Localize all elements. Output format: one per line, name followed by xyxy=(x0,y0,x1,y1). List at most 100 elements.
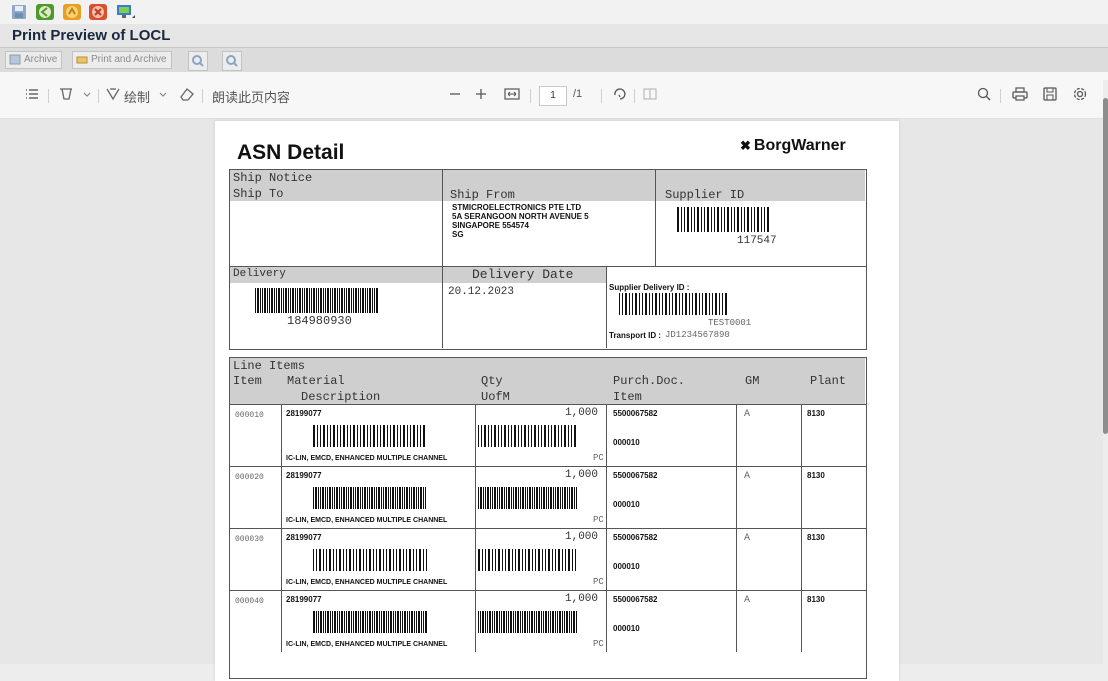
print-and-archive-label: Print and Archive xyxy=(91,54,167,65)
borgwarner-logo: ✖ BorgWarner xyxy=(740,137,846,155)
ship-from-address-line: SINGAPORE 554574 xyxy=(452,221,529,230)
rotate-icon[interactable] xyxy=(612,86,628,105)
header-purch-doc: Purch.Doc. xyxy=(613,374,686,388)
material-description: IC-LIN, EMCD, ENHANCED MULTIPLE CHANNEL xyxy=(286,455,448,462)
archive-icon xyxy=(9,54,21,65)
column-divider xyxy=(606,466,607,528)
item-number: 000030 xyxy=(235,535,264,544)
material-number: 28199077 xyxy=(286,533,322,542)
supplier-id-value: 117547 xyxy=(737,235,777,247)
pdf-toolbar: 绘制 朗读此页内容 1 /1 xyxy=(0,72,1108,119)
supplier-id-label: Supplier ID xyxy=(665,188,745,202)
material-barcode xyxy=(313,549,427,571)
column-divider xyxy=(475,528,476,590)
column-divider xyxy=(801,404,802,466)
unit-of-measure: PC xyxy=(593,515,604,525)
contents-icon[interactable] xyxy=(24,86,40,105)
supplier-delivery-id-value: TEST0001 xyxy=(708,318,752,328)
material-barcode xyxy=(313,425,425,447)
column-divider xyxy=(281,404,282,466)
delivery-label: Delivery xyxy=(233,268,286,280)
unit-of-measure: PC xyxy=(593,453,604,463)
line-items-label: Line Items xyxy=(233,359,306,373)
settings-icon[interactable] xyxy=(1072,86,1088,105)
header-plant: Plant xyxy=(810,374,847,388)
display-icon[interactable] xyxy=(115,4,135,20)
column-divider xyxy=(606,528,607,590)
draw-icon[interactable] xyxy=(105,86,121,105)
header-item: Item xyxy=(233,374,262,388)
quantity: 1,000 xyxy=(565,469,599,481)
delivery-barcode xyxy=(255,288,378,313)
purchase-document: 5500067582 xyxy=(613,533,658,542)
row-divider xyxy=(229,404,866,405)
column-divider xyxy=(736,590,737,652)
zoom-in-icon[interactable] xyxy=(474,86,488,105)
column-divider xyxy=(475,590,476,652)
purchase-item: 000010 xyxy=(613,624,640,633)
column-divider xyxy=(736,404,737,466)
supplier-id-barcode xyxy=(677,207,769,232)
plant: 8130 xyxy=(807,595,825,604)
fit-page-icon[interactable] xyxy=(503,86,521,105)
material-number: 28199077 xyxy=(286,595,322,604)
search-icon[interactable] xyxy=(188,51,208,71)
page-view-icon[interactable] xyxy=(642,86,658,105)
page-number-input[interactable]: 1 xyxy=(539,86,567,106)
search-icon[interactable] xyxy=(976,86,992,105)
column-divider xyxy=(475,466,476,528)
delivery-date-label: Delivery Date xyxy=(472,267,574,282)
material-description: IC-LIN, EMCD, ENHANCED MULTIPLE CHANNEL xyxy=(286,517,448,524)
scrollbar-thumb[interactable] xyxy=(1103,98,1108,434)
ship-from-address-line: 5A SERANGOON NORTH AVENUE 5 xyxy=(452,212,589,221)
search-next-icon[interactable] xyxy=(222,51,242,71)
purchase-document: 5500067582 xyxy=(613,595,658,604)
read-aloud-button[interactable]: 朗读此页内容 xyxy=(212,87,290,106)
purchase-item: 000010 xyxy=(613,438,640,447)
header-qty: Qty xyxy=(481,374,503,388)
column-divider xyxy=(606,404,607,466)
purchase-item: 000010 xyxy=(613,500,640,509)
header-gm: GM xyxy=(745,374,760,388)
print-and-archive-button[interactable]: Print and Archive xyxy=(72,51,172,69)
quantity-barcode xyxy=(478,611,577,633)
sap-toolbar xyxy=(0,0,1108,24)
material-number: 28199077 xyxy=(286,471,322,480)
archive-button[interactable]: Archive xyxy=(5,51,63,69)
plant: 8130 xyxy=(807,533,825,542)
save-icon[interactable] xyxy=(1042,86,1058,105)
ship-to-label: Ship To xyxy=(233,187,284,201)
ship-from-label: Ship From xyxy=(450,188,515,202)
quantity: 1,000 xyxy=(565,593,599,605)
save-icon[interactable] xyxy=(10,4,28,20)
column-divider xyxy=(281,466,282,528)
quantity-barcode xyxy=(478,487,577,509)
purchase-item: 000010 xyxy=(613,562,640,571)
chevron-down-icon[interactable] xyxy=(82,86,92,105)
goods-movement: A xyxy=(744,409,751,420)
print-icon[interactable] xyxy=(1011,86,1029,105)
column-divider xyxy=(606,590,607,652)
item-number: 000040 xyxy=(235,597,264,606)
supplier-delivery-id-label: Supplier Delivery ID : xyxy=(609,283,690,292)
delivery-date-value: 20.12.2023 xyxy=(448,286,515,298)
highlight-icon[interactable] xyxy=(58,86,76,105)
draw-label[interactable]: 绘制 xyxy=(124,87,150,106)
material-barcode xyxy=(313,611,427,633)
window-title: Print Preview of LOCL xyxy=(12,27,171,44)
quantity-barcode xyxy=(478,549,576,571)
eraser-icon[interactable] xyxy=(178,86,196,105)
delivery-number: 184980930 xyxy=(287,314,352,328)
transport-id-label: Transport ID : xyxy=(609,331,662,340)
chevron-down-icon[interactable] xyxy=(158,86,168,105)
cancel-icon[interactable] xyxy=(89,4,107,20)
item-number: 000010 xyxy=(235,411,264,420)
header-purch-item: Item xyxy=(613,390,642,404)
goods-movement: A xyxy=(744,533,751,544)
ship-from-address-line: SG xyxy=(452,230,464,239)
exit-icon[interactable] xyxy=(63,4,81,20)
zoom-out-icon[interactable] xyxy=(448,86,462,105)
unit-of-measure: PC xyxy=(593,639,604,649)
plant: 8130 xyxy=(807,409,825,418)
back-icon[interactable] xyxy=(36,4,54,20)
